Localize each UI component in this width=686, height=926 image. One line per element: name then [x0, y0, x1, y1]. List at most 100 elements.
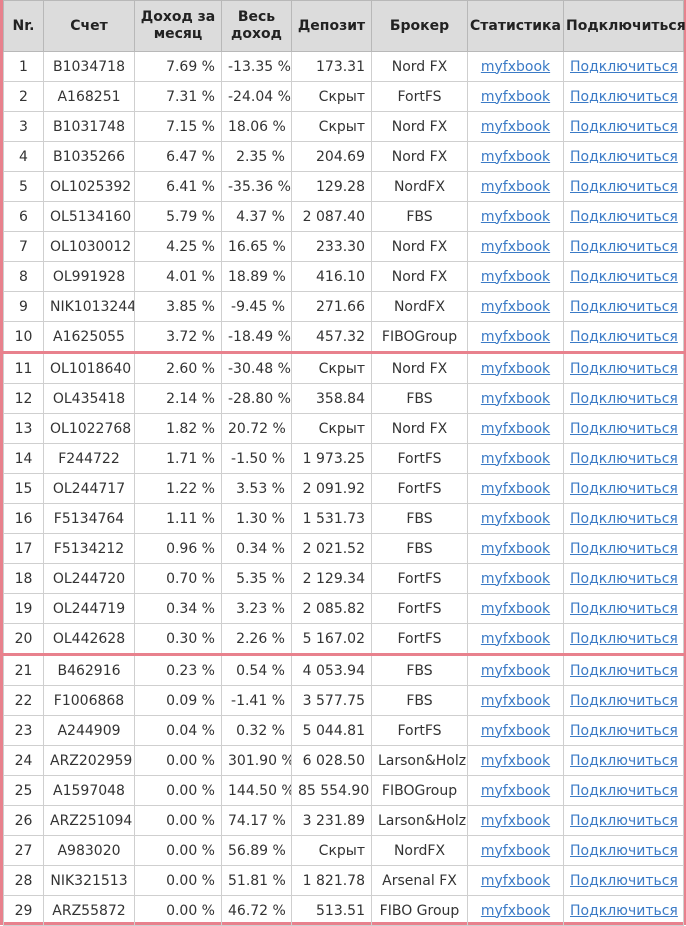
connect-link[interactable]: Подключиться	[570, 631, 678, 647]
header-total-income: Весь доход	[221, 0, 292, 52]
myfxbook-link[interactable]: myfxbook	[481, 179, 550, 195]
table-row: 27 A983020 0.00 % 56.89 % Скрыт NordFX myfxboo…	[3, 835, 684, 866]
table-row: 14 F244722 1.71 % -1.50 % 1 973.25 FortFS myfx…	[3, 443, 684, 474]
table-row: 2 A168251 7.31 % -24.04 % Скрыт FortFS myfxboo…	[3, 81, 684, 112]
myfxbook-link[interactable]: myfxbook	[481, 391, 550, 407]
cell-connect: Подключиться	[563, 201, 684, 232]
myfxbook-link[interactable]: myfxbook	[481, 451, 550, 467]
myfxbook-link[interactable]: myfxbook	[481, 269, 550, 285]
cell-statistics: myfxbook	[467, 715, 564, 746]
cell-statistics: myfxbook	[467, 443, 564, 474]
connect-link[interactable]: Подключиться	[570, 511, 678, 527]
cell-broker: Nord FX	[371, 261, 468, 292]
connect-link[interactable]: Подключиться	[570, 269, 678, 285]
connect-link[interactable]: Подключиться	[570, 119, 678, 135]
connect-link[interactable]: Подключиться	[570, 59, 678, 75]
connect-link[interactable]: Подключиться	[570, 179, 678, 195]
connect-link[interactable]: Подключиться	[570, 753, 678, 769]
myfxbook-link[interactable]: myfxbook	[481, 571, 550, 587]
cell-statistics: myfxbook	[467, 835, 564, 866]
table-row: 15 OL244717 1.22 % 3.53 % 2 091.92 FortFS myfx…	[3, 473, 684, 504]
connect-link[interactable]: Подключиться	[570, 903, 678, 919]
connect-link[interactable]: Подключиться	[570, 693, 678, 709]
myfxbook-link[interactable]: myfxbook	[481, 421, 550, 437]
connect-link[interactable]: Подключиться	[570, 723, 678, 739]
myfxbook-link[interactable]: myfxbook	[481, 541, 550, 557]
connect-link[interactable]: Подключиться	[570, 481, 678, 497]
cell-deposit: 2 021.52	[291, 533, 372, 564]
connect-link[interactable]: Подключиться	[570, 239, 678, 255]
connect-link[interactable]: Подключиться	[570, 451, 678, 467]
table-row: 7 OL1030012 4.25 % 16.65 % 233.30 Nord FX myfx…	[3, 231, 684, 262]
myfxbook-link[interactable]: myfxbook	[481, 723, 550, 739]
connect-link[interactable]: Подключиться	[570, 299, 678, 315]
cell-statistics: myfxbook	[467, 171, 564, 202]
cell-total-income: 0.54 %	[221, 654, 292, 686]
myfxbook-link[interactable]: myfxbook	[481, 631, 550, 647]
myfxbook-link[interactable]: myfxbook	[481, 783, 550, 799]
myfxbook-link[interactable]: myfxbook	[481, 843, 550, 859]
myfxbook-link[interactable]: myfxbook	[481, 511, 550, 527]
cell-deposit: Скрыт	[291, 352, 372, 384]
connect-link[interactable]: Подключиться	[570, 663, 678, 679]
header-connect: Подключиться	[563, 0, 686, 52]
cell-connect: Подключиться	[563, 503, 684, 534]
myfxbook-link[interactable]: myfxbook	[481, 209, 550, 225]
myfxbook-link[interactable]: myfxbook	[481, 149, 550, 165]
myfxbook-link[interactable]: myfxbook	[481, 361, 550, 377]
myfxbook-link[interactable]: myfxbook	[481, 89, 550, 105]
connect-link[interactable]: Подключиться	[570, 329, 678, 345]
myfxbook-link[interactable]: myfxbook	[481, 873, 550, 889]
cell-monthly-income: 1.82 %	[134, 413, 222, 444]
myfxbook-link[interactable]: myfxbook	[481, 299, 550, 315]
cell-broker: Nord FX	[371, 141, 468, 172]
table-row: 26 ARZ251094 0.00 % 74.17 % 3 231.89 Larson&H…	[3, 805, 684, 836]
connect-link[interactable]: Подключиться	[570, 209, 678, 225]
myfxbook-link[interactable]: myfxbook	[481, 693, 550, 709]
cell-broker: FortFS	[371, 81, 468, 112]
myfxbook-link[interactable]: myfxbook	[481, 239, 550, 255]
myfxbook-link[interactable]: myfxbook	[481, 119, 550, 135]
connect-link[interactable]: Подключиться	[570, 89, 678, 105]
cell-monthly-income: 0.00 %	[134, 835, 222, 866]
connect-link[interactable]: Подключиться	[570, 571, 678, 587]
cell-total-income: 20.72 %	[221, 413, 292, 444]
myfxbook-link[interactable]: myfxbook	[481, 59, 550, 75]
cell-monthly-income: 6.47 %	[134, 141, 222, 172]
cell-row-number: 21	[3, 654, 44, 686]
cell-connect: Подключиться	[563, 533, 684, 564]
table-row: 10 A1625055 3.72 % -18.49 % 457.32 FIBOGroup m…	[3, 321, 684, 354]
connect-link[interactable]: Подключиться	[570, 813, 678, 829]
connect-link[interactable]: Подключиться	[570, 541, 678, 557]
connect-link[interactable]: Подключиться	[570, 391, 678, 407]
cell-connect: Подключиться	[563, 473, 684, 504]
cell-broker: NordFX	[371, 835, 468, 866]
cell-connect: Подключиться	[563, 775, 684, 806]
myfxbook-link[interactable]: myfxbook	[481, 753, 550, 769]
myfxbook-link[interactable]: myfxbook	[481, 903, 550, 919]
myfxbook-link[interactable]: myfxbook	[481, 481, 550, 497]
cell-broker: FortFS	[371, 563, 468, 594]
table-row: 21 B462916 0.23 % 0.54 % 4 053.94 FBS myfxbook…	[3, 654, 684, 686]
myfxbook-link[interactable]: myfxbook	[481, 329, 550, 345]
myfxbook-link[interactable]: myfxbook	[481, 663, 550, 679]
cell-broker: NordFX	[371, 171, 468, 202]
cell-statistics: myfxbook	[467, 593, 564, 624]
connect-link[interactable]: Подключиться	[570, 361, 678, 377]
cell-total-income: -13.35 %	[221, 51, 292, 82]
connect-link[interactable]: Подключиться	[570, 601, 678, 617]
connect-link[interactable]: Подключиться	[570, 873, 678, 889]
cell-row-number: 2	[3, 81, 44, 112]
cell-connect: Подключиться	[563, 321, 684, 354]
myfxbook-link[interactable]: myfxbook	[481, 813, 550, 829]
cell-monthly-income: 1.71 %	[134, 443, 222, 474]
cell-monthly-income: 0.30 %	[134, 623, 222, 656]
connect-link[interactable]: Подключиться	[570, 783, 678, 799]
connect-link[interactable]: Подключиться	[570, 843, 678, 859]
table-row: 8 OL991928 4.01 % 18.89 % 416.10 Nord FX myfxb…	[3, 261, 684, 292]
cell-total-income: -1.50 %	[221, 443, 292, 474]
cell-total-income: 74.17 %	[221, 805, 292, 836]
myfxbook-link[interactable]: myfxbook	[481, 601, 550, 617]
connect-link[interactable]: Подключиться	[570, 149, 678, 165]
connect-link[interactable]: Подключиться	[570, 421, 678, 437]
